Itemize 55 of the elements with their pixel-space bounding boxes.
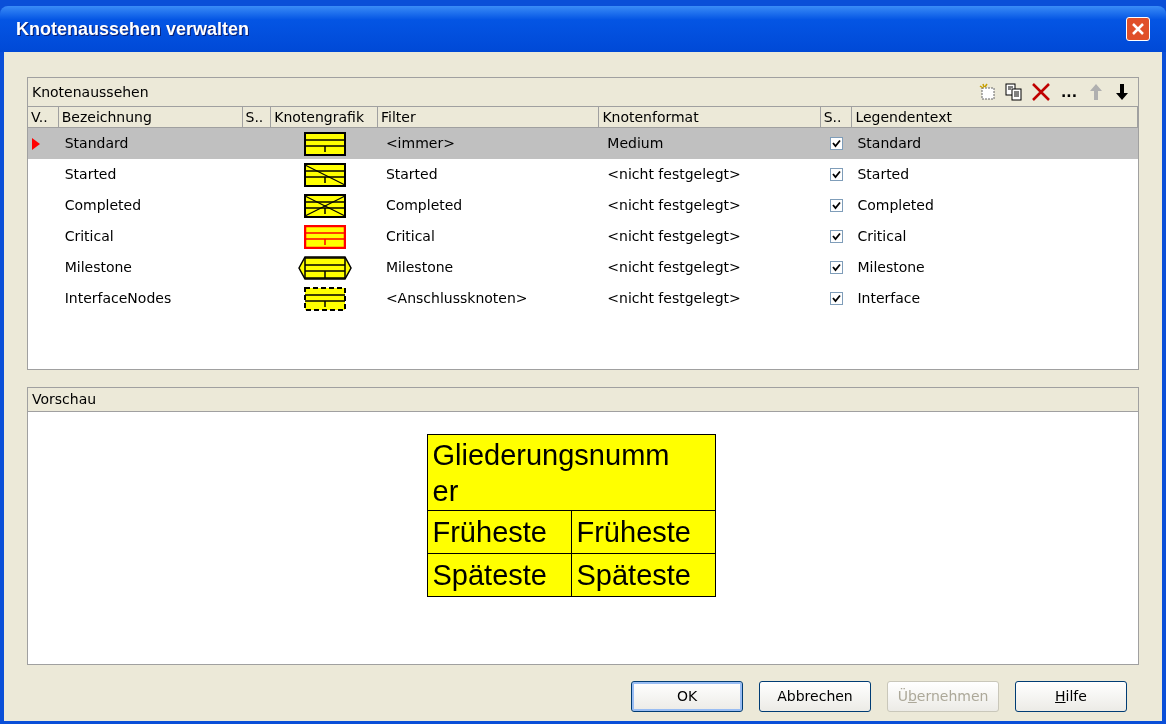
- table-cell: Completed: [385, 197, 463, 213]
- panel-title: Knotenaussehen: [32, 82, 149, 102]
- table-cell: Milestone: [64, 259, 132, 275]
- table-cell: Milestone: [857, 259, 925, 275]
- column-header[interactable]: V..: [28, 107, 59, 127]
- table-cell: Medium: [607, 135, 664, 151]
- table-cell: <Anschlussknoten>: [385, 290, 528, 306]
- table-cell: Completed: [857, 197, 934, 213]
- more-button[interactable]: ...: [1058, 82, 1080, 102]
- column-header[interactable]: S..: [242, 107, 272, 127]
- column-header[interactable]: S..: [820, 107, 853, 127]
- panel-title: Vorschau: [32, 390, 97, 409]
- copy-icon[interactable]: [1004, 82, 1025, 102]
- row-marker-icon: [32, 137, 40, 150]
- table-cell: <immer>: [385, 135, 455, 151]
- window-title: Knotenaussehen verwalten: [16, 17, 250, 41]
- delete-icon[interactable]: [1030, 82, 1053, 102]
- table-cell: Critical: [857, 228, 907, 244]
- checkbox[interactable]: [830, 199, 844, 212]
- table-cell: <nicht festgelegt>: [607, 228, 741, 244]
- node-field: Gliederungsnummer: [432, 437, 683, 509]
- table-cell: Started: [64, 166, 117, 182]
- table-cell: <nicht festgelegt>: [607, 259, 741, 275]
- table-cell: <nicht festgelegt>: [607, 166, 741, 182]
- dialog-button[interactable]: Hilfe: [1015, 681, 1127, 712]
- table-cell: Completed: [64, 197, 142, 213]
- checkbox[interactable]: [830, 168, 844, 181]
- column-header[interactable]: Bezeichnung: [58, 107, 243, 127]
- table-cell: Interface: [857, 290, 921, 306]
- node-field: Späteste: [576, 559, 691, 591]
- column-header[interactable]: Filter: [378, 107, 600, 127]
- table-cell: Critical: [385, 228, 435, 244]
- node-field: Früheste: [576, 516, 691, 548]
- table-cell: <nicht festgelegt>: [607, 290, 741, 306]
- table-cell: Started: [857, 166, 910, 182]
- table-cell: Milestone: [385, 259, 454, 275]
- dialog-button[interactable]: Abbrechen: [759, 681, 871, 712]
- checkbox[interactable]: [830, 292, 844, 305]
- column-header[interactable]: Legendentext: [852, 107, 1138, 127]
- column-header[interactable]: Knotengrafik: [271, 107, 378, 127]
- table-cell: Critical: [64, 228, 114, 244]
- checkbox[interactable]: [830, 137, 844, 150]
- table-row[interactable]: Standard <immer> Medium Standard: [28, 128, 1138, 159]
- table-cell: InterfaceNodes: [64, 290, 172, 306]
- checkbox[interactable]: [830, 230, 844, 243]
- table-cell: <nicht festgelegt>: [607, 197, 741, 213]
- node-field: Späteste: [432, 559, 547, 591]
- table-cell: Started: [385, 166, 438, 182]
- close-icon[interactable]: [1126, 17, 1150, 41]
- checkbox[interactable]: [830, 261, 844, 274]
- node-field: Früheste: [432, 516, 547, 548]
- table-cell: Standard: [857, 135, 922, 151]
- dialog-button[interactable]: OK: [631, 681, 743, 712]
- table-cell: Standard: [64, 135, 129, 151]
- column-header[interactable]: Knotenformat: [599, 107, 821, 127]
